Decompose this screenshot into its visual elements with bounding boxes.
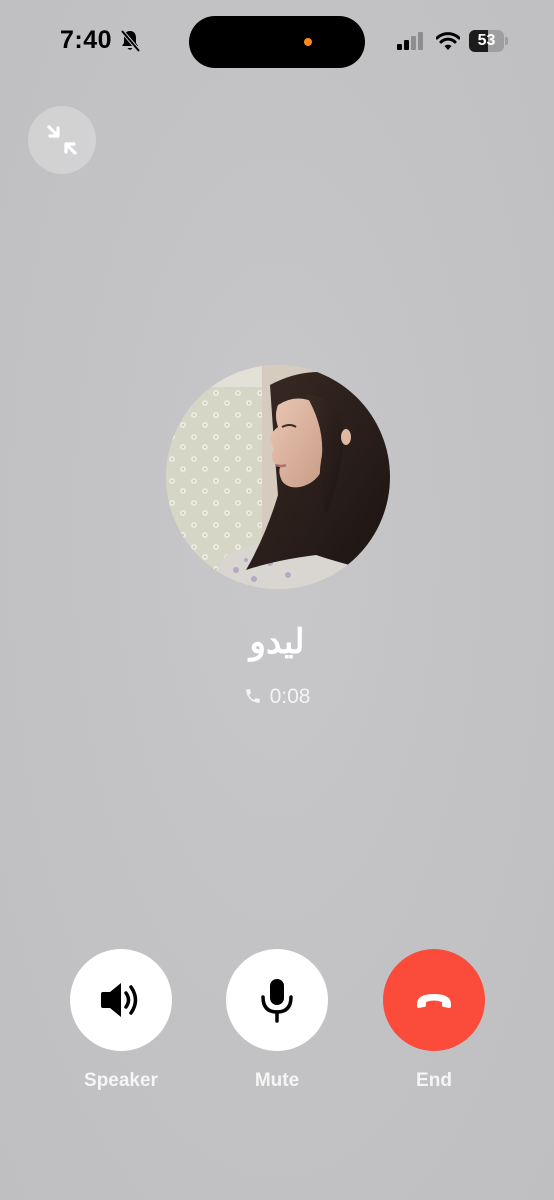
mute-button[interactable] [226,949,328,1051]
mute-label: Mute [254,1070,300,1091]
privacy-indicator-dot [304,38,312,46]
cellular-signal-icon [397,32,423,50]
battery-body: 53 [469,30,504,52]
collapse-arrows-icon [47,125,77,155]
speaker-button[interactable] [70,949,172,1051]
phone-down-icon [417,994,451,1008]
phone-icon [245,689,260,703]
minimize-call-button[interactable] [28,106,96,174]
battery-cap [505,37,508,45]
wifi-icon [436,32,460,50]
bell-slash-icon [120,29,141,53]
speaker-label: Speaker [84,1070,158,1091]
contact-name: ليدو [249,623,305,661]
battery-level: 53 [477,32,496,49]
speaker-wave-icon [101,983,138,1017]
microphone-icon [261,979,293,1023]
call-duration: 0:08 [269,685,311,708]
end-call-button[interactable] [383,949,485,1051]
status-bar: 7:40 53 [0,0,554,80]
status-time: 7:40 [60,26,113,54]
end-label: End [416,1070,452,1091]
call-duration-row: 0:08 [0,685,554,709]
contact-photo [166,365,390,589]
contact-avatar [166,365,390,589]
battery-icon: 53 [469,30,509,52]
dynamic-island [189,16,365,68]
